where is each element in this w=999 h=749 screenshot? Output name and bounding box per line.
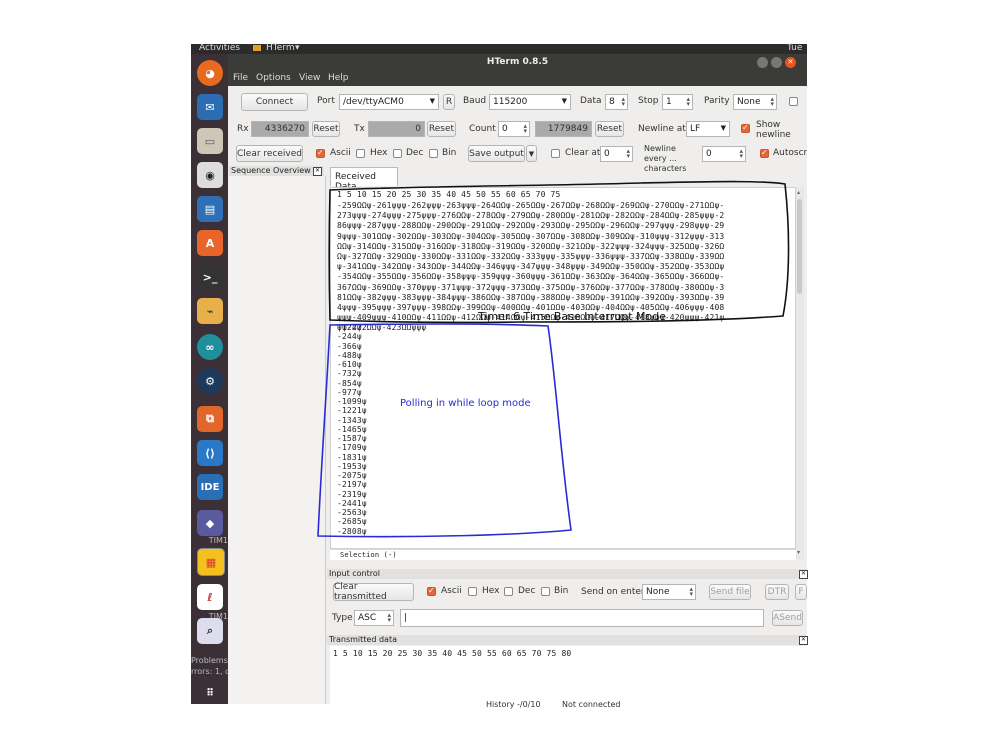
input-control-close-icon[interactable]: ✕ xyxy=(799,570,808,579)
transmitted-data-view[interactable]: 1 5 10 15 20 25 30 35 40 45 50 55 60 65 … xyxy=(330,646,807,704)
polling-annotation-label: Polling in while loop mode xyxy=(400,398,531,409)
type-value: ASC xyxy=(358,613,377,623)
input-control-title: Input control xyxy=(329,569,380,578)
type-label: Type xyxy=(332,613,353,623)
send-file-button[interactable]: Send file xyxy=(709,584,751,600)
transmitted-title: Transmitted data xyxy=(329,635,397,644)
send-input[interactable]: | xyxy=(400,609,764,627)
polling-annotation-box xyxy=(317,323,572,538)
send-on-enter-label: Send on enter xyxy=(581,587,645,597)
spinner-arrows-icon: ▴ ▾ xyxy=(387,611,391,624)
asend-button[interactable]: ASend xyxy=(772,610,803,626)
transmitted-close-icon[interactable]: ✕ xyxy=(799,636,808,645)
input-dec-checkbox[interactable] xyxy=(504,587,513,596)
input-ascii-checkbox[interactable] xyxy=(427,586,436,596)
send-on-enter-value: None xyxy=(646,587,670,597)
transmitted-header: Transmitted data xyxy=(327,635,807,645)
input-bin-checkbox[interactable] xyxy=(541,587,550,596)
timer-annotation-label: Timer 6 Time Base Interrupt Mode xyxy=(477,310,666,323)
input-dec-label: Dec xyxy=(518,586,536,596)
send-on-enter-select[interactable]: None ▴ ▾ xyxy=(642,584,696,600)
input-control-header: Input control xyxy=(327,569,807,579)
input-bin-label: Bin xyxy=(554,586,569,596)
connection-status: Not connected xyxy=(562,700,621,709)
input-hex-checkbox[interactable] xyxy=(468,587,477,596)
type-select[interactable]: ASC ▴ ▾ xyxy=(354,610,394,626)
dtr-button[interactable]: DTR xyxy=(765,584,789,600)
history-status: History -/0/10 xyxy=(486,700,541,709)
input-hex-label: Hex xyxy=(482,586,500,596)
spinner-arrows-icon: ▴ ▾ xyxy=(689,585,693,598)
clear-transmitted-button[interactable]: Clear transmitted xyxy=(333,582,414,602)
transmitted-ruler: 1 5 10 15 20 25 30 35 40 45 50 55 60 65 … xyxy=(333,649,572,658)
input-ascii-label: Ascii xyxy=(441,586,462,596)
timer-annotation-box xyxy=(328,180,790,324)
f-button[interactable]: F xyxy=(795,584,807,600)
